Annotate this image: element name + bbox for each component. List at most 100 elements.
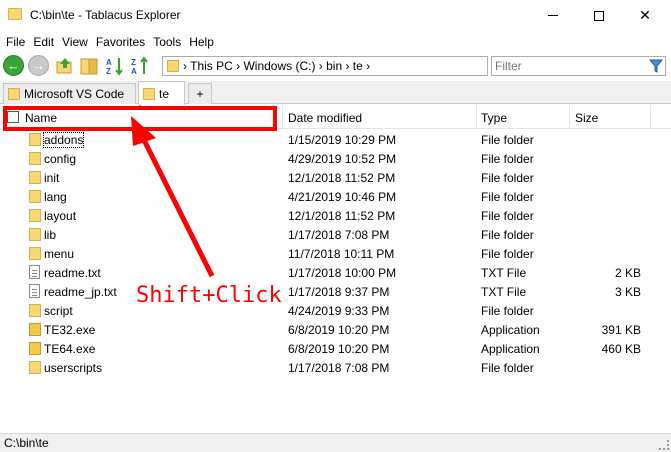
- folder-icon: [29, 247, 41, 260]
- tab-microsoft-vs-code[interactable]: Microsoft VS Code: [3, 83, 136, 104]
- file-name: TE32.exe: [44, 323, 96, 337]
- folder-icon: [8, 8, 22, 20]
- folder-icon: [167, 60, 179, 72]
- menu-help[interactable]: Help: [189, 35, 214, 49]
- maximize-button[interactable]: [576, 0, 622, 31]
- date-modified: 1/17/2018 10:00 PM: [288, 266, 397, 280]
- list-item[interactable]: menu 11/7/2018 10:11 PM File folder: [0, 244, 671, 263]
- tab-label: te: [159, 86, 170, 101]
- list-item[interactable]: TE32.exe 6/8/2019 10:20 PM Application 391 …: [0, 320, 671, 339]
- minimize-button[interactable]: [530, 0, 576, 31]
- column-header-size[interactable]: Size: [575, 111, 598, 125]
- date-modified: 1/15/2019 10:29 PM: [288, 133, 397, 147]
- folder-tree-button[interactable]: [79, 56, 99, 76]
- date-modified: 11/7/2018 10:11 PM: [288, 247, 395, 261]
- list-item[interactable]: lang 4/21/2019 10:46 PM File folder: [0, 187, 671, 206]
- close-button[interactable]: ✕: [622, 0, 668, 31]
- file-type: Application: [481, 323, 540, 337]
- highlight-box: [3, 106, 277, 131]
- folders-icon: [80, 58, 98, 75]
- list-item[interactable]: init 12/1/2018 11:52 PM File folder: [0, 168, 671, 187]
- list-item[interactable]: lib 1/17/2018 7:08 PM File folder: [0, 225, 671, 244]
- list-item[interactable]: TE64.exe 6/8/2019 10:20 PM Application 460 …: [0, 339, 671, 358]
- column-divider[interactable]: [650, 105, 651, 129]
- text-file-icon: [29, 265, 40, 279]
- text-file-icon: [29, 284, 40, 298]
- tab-te[interactable]: te: [138, 81, 185, 105]
- menu-tools[interactable]: Tools: [153, 35, 181, 49]
- list-item[interactable]: readme.txt 1/17/2018 10:00 PM TXT File 2 KB: [0, 263, 671, 282]
- sort-descending-icon: ZA: [131, 56, 148, 76]
- file-type: File folder: [481, 361, 534, 375]
- sort-az-button[interactable]: AZ: [105, 56, 125, 76]
- date-modified: 6/8/2019 10:20 PM: [288, 342, 390, 356]
- folder-icon: [8, 88, 20, 100]
- list-item[interactable]: config 4/29/2019 10:52 PM File folder: [0, 149, 671, 168]
- file-type: Application: [481, 342, 540, 356]
- column-divider[interactable]: [569, 105, 570, 129]
- minimize-icon: [548, 15, 558, 16]
- date-modified: 12/1/2018 11:52 PM: [288, 209, 396, 223]
- date-modified: 1/17/2018 7:08 PM: [288, 361, 390, 375]
- address-bar[interactable]: › This PC › Windows (C:) › bin › te ›: [162, 56, 488, 76]
- svg-text:A: A: [131, 67, 137, 76]
- column-header-type[interactable]: Type: [481, 111, 507, 125]
- file-name: script: [44, 304, 73, 318]
- file-size: 391 KB: [601, 323, 641, 337]
- menu-view[interactable]: View: [62, 35, 88, 49]
- folder-icon: [29, 361, 41, 374]
- file-type: File folder: [481, 304, 534, 318]
- list-item[interactable]: script 4/24/2019 9:33 PM File folder: [0, 301, 671, 320]
- sort-ascending-icon: AZ: [106, 58, 123, 76]
- file-name: layout: [44, 209, 77, 223]
- breadcrumb: › This PC › Windows (C:) › bin › te ›: [183, 59, 371, 73]
- file-type: File folder: [481, 209, 534, 223]
- file-type: File folder: [481, 152, 534, 166]
- date-modified: 1/17/2018 9:37 PM: [288, 285, 390, 299]
- file-type: TXT File: [481, 285, 527, 299]
- column-divider[interactable]: [476, 105, 477, 129]
- up-folder-button[interactable]: [55, 56, 75, 76]
- folder-icon: [29, 133, 41, 146]
- list-item[interactable]: layout 12/1/2018 11:52 PM File folder: [0, 206, 671, 225]
- tab-label: Microsoft VS Code: [24, 87, 125, 101]
- file-name: userscripts: [44, 361, 103, 375]
- file-type: File folder: [481, 190, 534, 204]
- funnel-icon[interactable]: [649, 59, 663, 73]
- maximize-icon: [594, 10, 604, 21]
- window-title: C:\bin\te - Tablacus Explorer: [30, 8, 181, 22]
- filter-input[interactable]: [492, 57, 642, 75]
- file-name: init: [44, 171, 60, 185]
- menu-favorites[interactable]: Favorites: [96, 35, 145, 49]
- svg-text:A: A: [106, 58, 112, 67]
- back-button[interactable]: ←: [3, 55, 24, 76]
- menu-bar: File Edit View Favorites Tools Help: [0, 32, 671, 52]
- resize-grip[interactable]: [659, 440, 669, 450]
- column-divider[interactable]: [282, 105, 283, 129]
- list-item[interactable]: readme_jp.txt 1/17/2018 9:37 PM TXT File 3 …: [0, 282, 671, 301]
- file-name: lang: [44, 190, 67, 204]
- sort-za-button[interactable]: ZA: [130, 56, 150, 76]
- file-type: File folder: [481, 171, 534, 185]
- date-modified: 6/8/2019 10:20 PM: [288, 323, 390, 337]
- file-name: menu: [44, 247, 75, 261]
- folder-icon: [29, 228, 41, 241]
- file-size: 2 KB: [614, 266, 641, 280]
- tab-bar: Microsoft VS Code te +: [0, 81, 671, 105]
- svg-text:Z: Z: [106, 67, 111, 76]
- menu-file[interactable]: File: [6, 35, 25, 49]
- menu-edit[interactable]: Edit: [33, 35, 54, 49]
- list-item[interactable]: addons 1/15/2019 10:29 PM File folder: [0, 130, 671, 149]
- plus-icon: +: [196, 87, 204, 101]
- folder-icon: [29, 190, 41, 203]
- list-item[interactable]: userscripts 1/17/2018 7:08 PM File folder: [0, 358, 671, 377]
- column-header-date[interactable]: Date modified: [288, 111, 362, 125]
- file-type: TXT File: [481, 266, 527, 280]
- date-modified: 4/21/2019 10:46 PM: [288, 190, 397, 204]
- new-tab-button[interactable]: +: [188, 83, 212, 104]
- status-path: C:\bin\te: [4, 436, 49, 450]
- folder-icon: [29, 209, 41, 222]
- toolbar: ← → AZ ZA › This PC › Windows (C:) › bin…: [0, 53, 671, 79]
- forward-button[interactable]: →: [28, 55, 49, 76]
- forward-arrow-icon: →: [32, 58, 45, 73]
